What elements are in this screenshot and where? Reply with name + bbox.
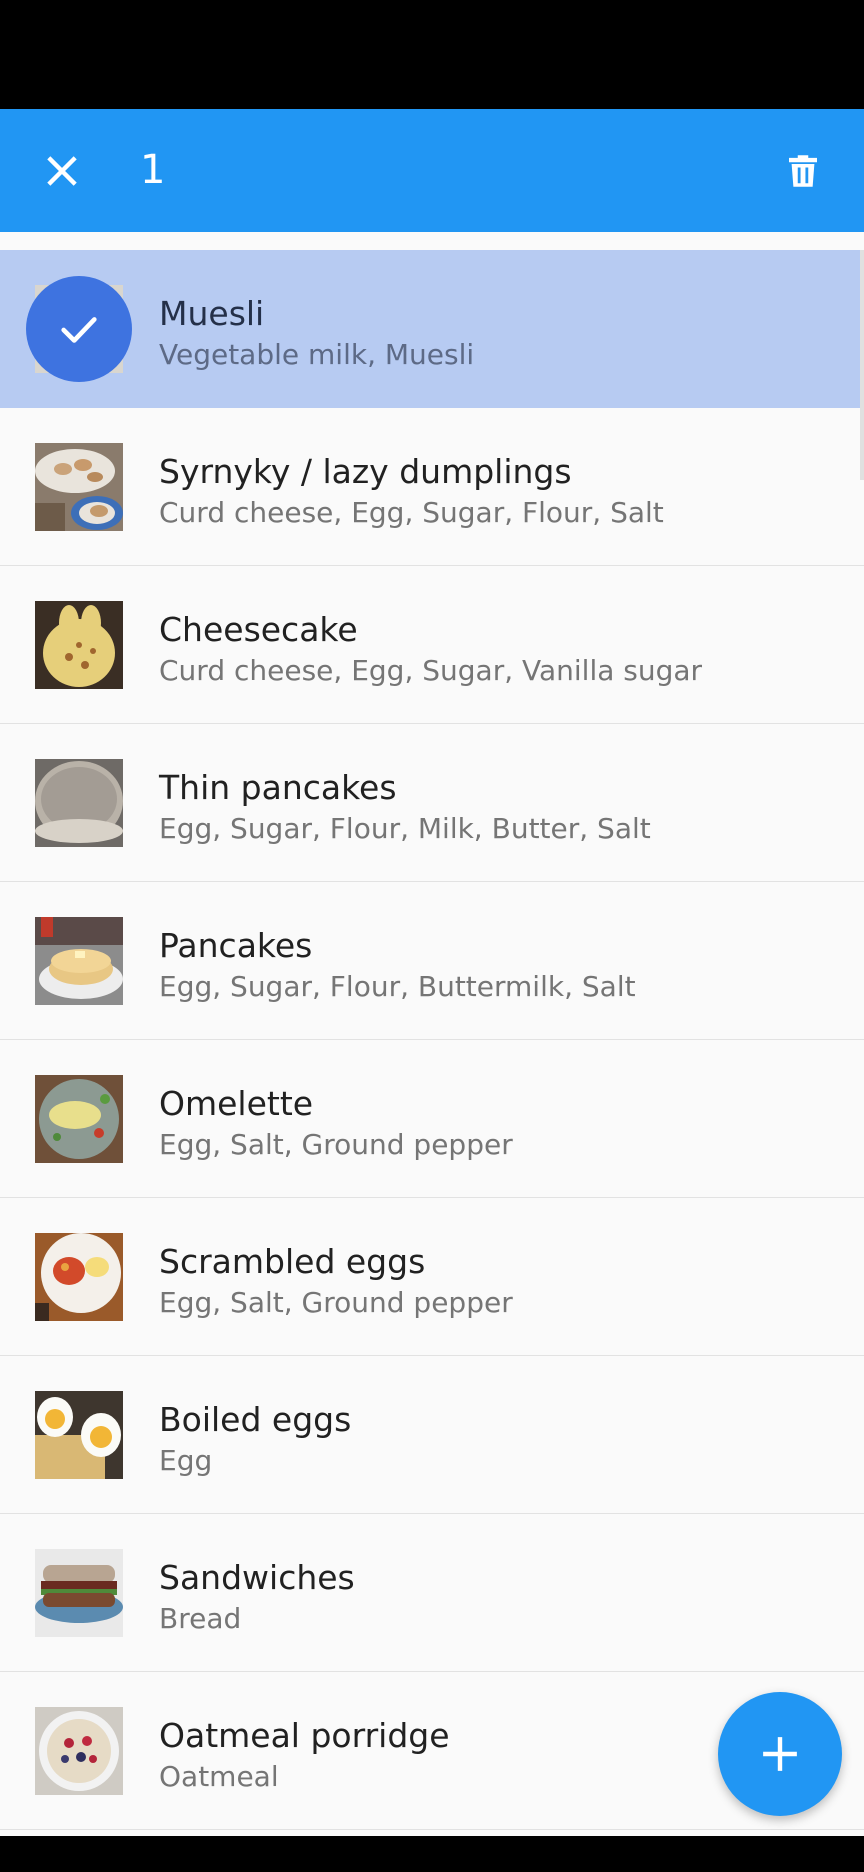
- selected-check-badge[interactable]: [26, 276, 132, 382]
- status-bar: [0, 0, 864, 109]
- recipe-ingredients: Oatmeal: [159, 1760, 279, 1793]
- recipe-row-sandwiches[interactable]: Sandwiches Bread: [0, 1514, 864, 1672]
- recipe-ingredients: Bread: [159, 1602, 242, 1635]
- recipe-title: Oatmeal porridge: [159, 1716, 450, 1755]
- delete-button[interactable]: [765, 133, 840, 208]
- recipe-thumbnail: [35, 601, 123, 689]
- recipe-title: Cheesecake: [159, 610, 358, 649]
- recipes-screen: 1 Muesli Vegetable milk, Muesli Syrnyky …: [0, 0, 864, 1872]
- recipe-row-syrnyky[interactable]: Syrnyky / lazy dumplings Curd cheese, Eg…: [0, 408, 864, 566]
- recipe-title: Thin pancakes: [159, 768, 397, 807]
- recipe-ingredients: Egg, Sugar, Flour, Buttermilk, Salt: [159, 970, 636, 1003]
- recipe-ingredients: Curd cheese, Egg, Sugar, Flour, Salt: [159, 496, 664, 529]
- trash-icon: [788, 154, 817, 187]
- add-recipe-button[interactable]: [718, 1692, 842, 1816]
- plus-icon: [763, 1737, 797, 1771]
- recipe-thumbnail: [35, 1075, 123, 1163]
- recipe-title: Boiled eggs: [159, 1400, 352, 1439]
- recipe-row-pancakes[interactable]: Pancakes Egg, Sugar, Flour, Buttermilk, …: [0, 882, 864, 1040]
- navigation-bar: [0, 1836, 864, 1872]
- recipe-ingredients: Egg, Salt, Ground pepper: [159, 1128, 513, 1161]
- recipe-thumbnail: [35, 1391, 123, 1479]
- recipe-thumbnail: [35, 917, 123, 1005]
- selected-count: 1: [140, 147, 166, 193]
- recipe-ingredients: Egg, Sugar, Flour, Milk, Butter, Salt: [159, 812, 651, 845]
- recipe-title: Muesli: [159, 294, 265, 333]
- check-icon: [61, 317, 97, 343]
- recipe-thumbnail: [35, 1707, 123, 1795]
- recipe-title: Syrnyky / lazy dumplings: [159, 452, 572, 491]
- recipe-row-scrambled-eggs[interactable]: Scrambled eggs Egg, Salt, Ground pepper: [0, 1198, 864, 1356]
- recipe-title: Scrambled eggs: [159, 1242, 426, 1281]
- recipe-row-omelette[interactable]: Omelette Egg, Salt, Ground pepper: [0, 1040, 864, 1198]
- recipe-row-thin-pancakes[interactable]: Thin pancakes Egg, Sugar, Flour, Milk, B…: [0, 724, 864, 882]
- selection-app-bar: 1: [0, 109, 864, 232]
- recipe-thumbnail: [35, 759, 123, 847]
- recipe-thumbnail: [35, 443, 123, 531]
- recipe-list: Muesli Vegetable milk, Muesli Syrnyky / …: [0, 250, 864, 1830]
- recipe-row-boiled-eggs[interactable]: Boiled eggs Egg: [0, 1356, 864, 1514]
- recipe-row-muesli[interactable]: Muesli Vegetable milk, Muesli: [0, 250, 864, 408]
- recipe-ingredients: Egg, Salt, Ground pepper: [159, 1286, 513, 1319]
- recipe-ingredients: Curd cheese, Egg, Sugar, Vanilla sugar: [159, 654, 703, 687]
- recipe-row-cheesecake[interactable]: Cheesecake Curd cheese, Egg, Sugar, Vani…: [0, 566, 864, 724]
- recipe-title: Pancakes: [159, 926, 313, 965]
- scrollbar[interactable]: [860, 250, 864, 480]
- recipe-ingredients: Vegetable milk, Muesli: [159, 338, 475, 371]
- close-selection-button[interactable]: [24, 133, 99, 208]
- recipe-thumbnail: [35, 1549, 123, 1637]
- recipe-ingredients: Egg: [159, 1444, 213, 1477]
- recipe-title: Sandwiches: [159, 1558, 355, 1597]
- recipe-thumbnail: [35, 1233, 123, 1321]
- close-icon: [46, 155, 77, 186]
- recipe-title: Omelette: [159, 1084, 314, 1123]
